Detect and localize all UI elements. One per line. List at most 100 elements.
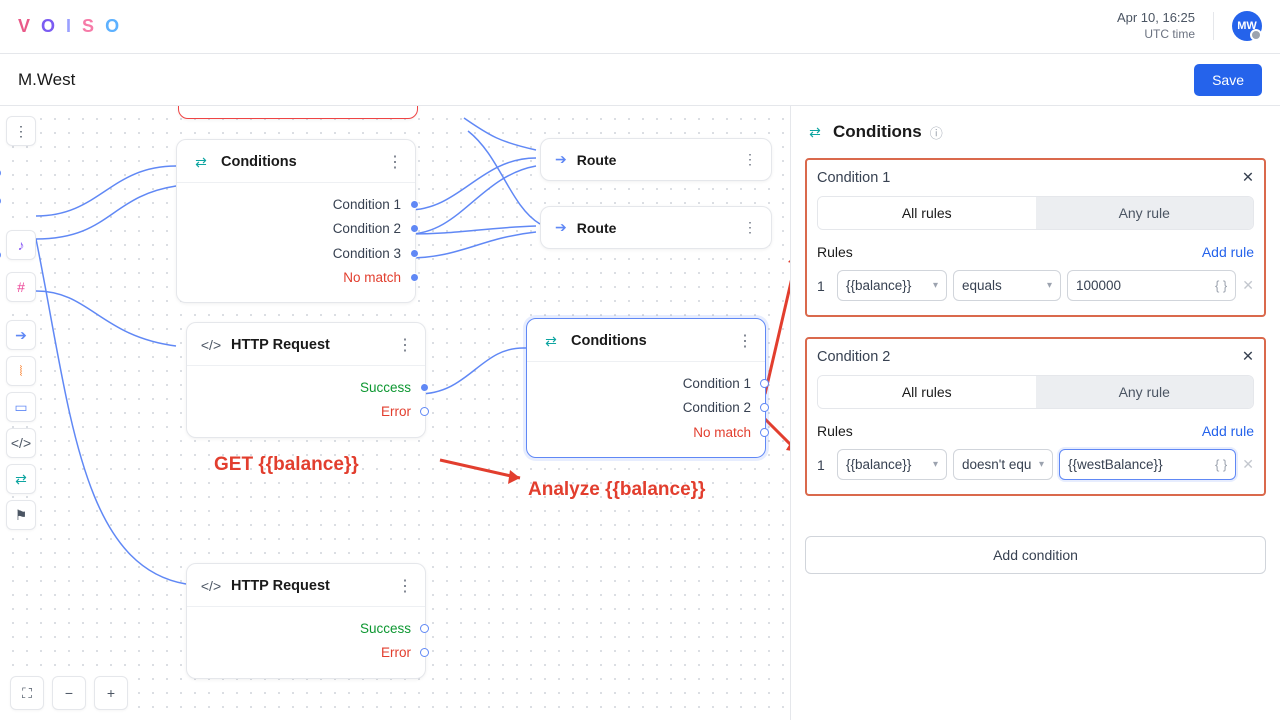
properties-panel: ⇄ Conditions ⓘ Condition 1 ✕ All rules A… [790, 106, 1280, 720]
message-icon[interactable]: ▭ [6, 392, 36, 422]
key-label-1: ey 1 [0, 166, 1, 180]
info-icon[interactable]: ⓘ [930, 123, 943, 142]
output-condition-2: Condition 2 [541, 396, 751, 420]
route-title: Route [577, 152, 617, 168]
node-title: Conditions [221, 154, 377, 170]
datetime: Apr 10, 16:25 UTC time [1117, 10, 1195, 42]
flag-icon[interactable]: ⚑ [6, 500, 36, 530]
rule-row: 1 {{balance}}▾ doesn't equ▾ {{westBalanc… [817, 449, 1254, 480]
rules-label: Rules [817, 423, 853, 439]
close-icon[interactable]: ✕ [1242, 170, 1254, 186]
more-icon[interactable]: ⋮ [397, 576, 413, 596]
node-title: HTTP Request [231, 578, 387, 594]
output-nomatch: No match [541, 421, 751, 445]
more-icon[interactable]: ⋮ [743, 219, 757, 236]
any-rule-option[interactable]: Any rule [1036, 376, 1254, 408]
condition-title: Condition 2 [817, 349, 890, 365]
braces-icon[interactable]: { } [1215, 457, 1227, 472]
avatar[interactable]: MW [1232, 11, 1262, 41]
save-button[interactable]: Save [1194, 64, 1262, 96]
panel-title: Conditions [833, 122, 922, 142]
broadcast-icon[interactable]: ⦚ [6, 356, 36, 386]
route-title: Route [577, 220, 617, 236]
output-nomatch: No match [191, 266, 401, 290]
more-icon[interactable]: ⋮ [397, 335, 413, 355]
condition-title: Condition 1 [817, 170, 890, 186]
truncated-node[interactable] [178, 106, 418, 119]
operator-select[interactable]: doesn't equ▾ [953, 449, 1053, 480]
secondbar: M.West Save [0, 54, 1280, 106]
add-rule-button[interactable]: Add rule [1202, 244, 1254, 260]
rule-index: 1 [817, 457, 831, 473]
output-error: Error [201, 641, 411, 665]
node-title: HTTP Request [231, 337, 387, 353]
chevron-down-icon: ▾ [933, 459, 938, 470]
logo: VOISO [18, 16, 125, 37]
tool-sidebar: ⋮ ey 1 ey 2 ♪ ey 4 # ➔ ⦚ ▭ </> ⇄ ⚑ [6, 116, 36, 530]
more-icon[interactable]: ⋮ [743, 151, 757, 168]
rule-row: 1 {{balance}}▾ equals▾ 100000{ } ✕ [817, 270, 1254, 301]
key-label-2: ey 2 [0, 194, 1, 208]
node-title: Conditions [571, 333, 727, 349]
output-condition-1: Condition 1 [541, 372, 751, 396]
conditions-tool-icon[interactable]: ⇄ [6, 464, 36, 494]
music-icon[interactable]: ♪ [6, 230, 36, 260]
arrow-icon: ➔ [555, 151, 567, 168]
rule-match-toggle[interactable]: All rules Any rule [817, 375, 1254, 409]
output-error: Error [201, 400, 411, 424]
condition-block-1: Condition 1 ✕ All rules Any rule Rules A… [805, 158, 1266, 317]
chevron-down-icon: ▾ [933, 280, 938, 291]
code-icon: </> [201, 576, 221, 596]
rule-index: 1 [817, 278, 831, 294]
rule-match-toggle[interactable]: All rules Any rule [817, 196, 1254, 230]
variable-select[interactable]: {{balance}}▾ [837, 449, 947, 480]
chevron-down-icon: ▾ [1039, 459, 1044, 470]
code-icon[interactable]: </> [6, 428, 36, 458]
rules-label: Rules [817, 244, 853, 260]
zoom-out-button[interactable]: − [52, 676, 86, 710]
all-rules-option[interactable]: All rules [818, 376, 1036, 408]
conditions-icon: ⇄ [541, 331, 561, 351]
conditions-icon: ⇄ [191, 152, 211, 172]
zoom-in-button[interactable]: + [94, 676, 128, 710]
annotation-get: GET {{balance}} [214, 454, 359, 476]
more-icon[interactable]: ⋮ [6, 116, 36, 146]
chevron-down-icon: ▾ [1047, 280, 1052, 291]
annotation-analyze: Analyze {{balance}} [528, 479, 705, 501]
more-icon[interactable]: ⋮ [387, 152, 403, 172]
canvas-controls: ⛶ − + [10, 676, 128, 710]
route-node-1[interactable]: ➔ Route ⋮ [540, 138, 772, 181]
close-icon[interactable]: ✕ [1242, 349, 1254, 365]
conditions-node[interactable]: ⇄ Conditions ⋮ Condition 1 Condition 2 C… [176, 139, 416, 303]
remove-rule-icon[interactable]: ✕ [1242, 277, 1254, 294]
conditions-node-selected[interactable]: ⇄ Conditions ⋮ Condition 1 Condition 2 N… [526, 318, 766, 458]
http-request-node-2[interactable]: </> HTTP Request ⋮ Success Error [186, 563, 426, 679]
key-label-4: ey 4 [0, 248, 1, 262]
arrow-icon[interactable]: ➔ [6, 320, 36, 350]
code-icon: </> [201, 335, 221, 355]
more-icon[interactable]: ⋮ [737, 331, 753, 351]
value-input[interactable]: {{westBalance}}{ } [1059, 449, 1236, 480]
operator-select[interactable]: equals▾ [953, 270, 1061, 301]
any-rule-option[interactable]: Any rule [1036, 197, 1254, 229]
variable-select[interactable]: {{balance}}▾ [837, 270, 947, 301]
output-success: Success [201, 617, 411, 641]
output-condition-1: Condition 1 [191, 193, 401, 217]
http-request-node[interactable]: </> HTTP Request ⋮ Success Error [186, 322, 426, 438]
output-condition-3: Condition 3 [191, 242, 401, 266]
braces-icon[interactable]: { } [1215, 278, 1227, 293]
hash-icon[interactable]: # [6, 272, 36, 302]
add-condition-button[interactable]: Add condition [805, 536, 1266, 574]
condition-block-2: Condition 2 ✕ All rules Any rule Rules A… [805, 337, 1266, 496]
fullscreen-icon[interactable]: ⛶ [10, 676, 44, 710]
all-rules-option[interactable]: All rules [818, 197, 1036, 229]
output-condition-2: Condition 2 [191, 217, 401, 241]
conditions-icon: ⇄ [805, 122, 825, 142]
page-title: M.West [18, 70, 75, 90]
canvas[interactable]: ⋮ ey 1 ey 2 ♪ ey 4 # ➔ ⦚ ▭ </> ⇄ ⚑ ⇄ Con… [0, 106, 790, 720]
remove-rule-icon[interactable]: ✕ [1242, 456, 1254, 473]
value-input[interactable]: 100000{ } [1067, 270, 1236, 301]
route-node-2[interactable]: ➔ Route ⋮ [540, 206, 772, 249]
output-success: Success [201, 376, 411, 400]
add-rule-button[interactable]: Add rule [1202, 423, 1254, 439]
